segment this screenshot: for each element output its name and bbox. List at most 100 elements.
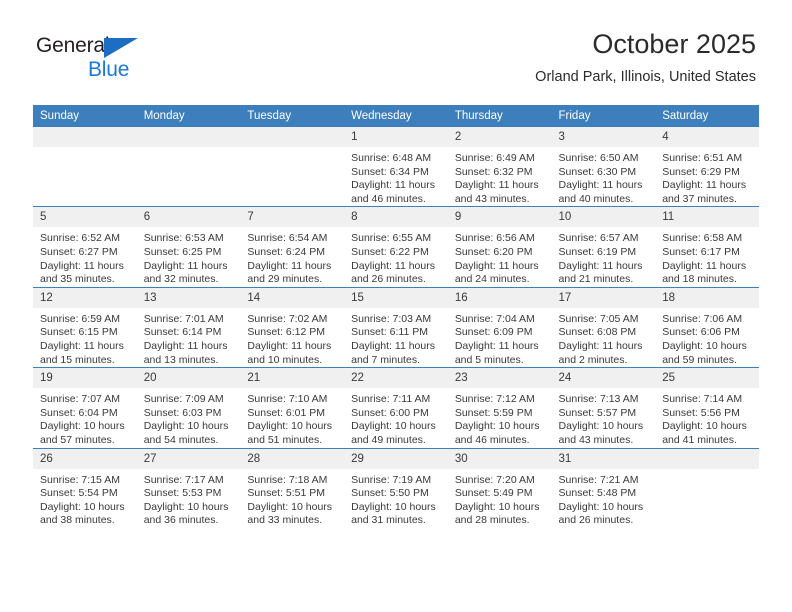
day-details: Sunrise: 6:50 AM Sunset: 6:30 PM Daylight:… (552, 147, 656, 206)
daylight-text: Daylight: 10 hours and 46 minutes. (454, 420, 540, 446)
day-details: Sunrise: 6:56 AM Sunset: 6:20 PM Daylight:… (448, 227, 552, 286)
calendar-day-cell[interactable]: 7 Sunrise: 6:54 AM Sunset: 6:24 PM Daylight… (240, 206, 345, 288)
sunset-text: Sunset: 5:53 PM (143, 487, 222, 500)
sunrise-text: Sunrise: 6:53 AM (143, 232, 224, 245)
calendar-day-cell[interactable]: 5 Sunrise: 6:52 AM Sunset: 6:27 PM Daylight… (33, 206, 137, 288)
sunrise-text: Sunrise: 6:50 AM (558, 152, 639, 164)
calendar-day-cell[interactable]: 31 Sunrise: 7:21 AM Sunset: 5:48 PM Dayligh… (551, 447, 656, 528)
day-details: Sunrise: 7:07 AM Sunset: 6:04 PM Daylight:… (33, 388, 137, 447)
calendar-day-cell[interactable]: 24 Sunrise: 7:13 AM Sunset: 5:57 PM Dayligh… (551, 367, 656, 448)
calendar-day-cell[interactable]: 18 Sunrise: 7:06 AM Sunset: 6:06 PM Dayligh… (655, 286, 759, 368)
sunset-text: Sunset: 6:15 PM (40, 326, 118, 339)
daylight-text: Daylight: 11 hours and 46 minutes. (351, 179, 435, 205)
sunrise-text: Sunrise: 6:56 AM (454, 232, 535, 245)
daylight-text: Daylight: 11 hours and 7 minutes. (351, 339, 435, 366)
day-details: Sunrise: 7:04 AM Sunset: 6:09 PM Daylight:… (448, 308, 552, 367)
day-number: 17 (551, 287, 656, 308)
weekday-header-wednesday: Wednesday (344, 105, 448, 127)
calendar-day-cell[interactable]: 22 Sunrise: 7:11 AM Sunset: 6:00 PM Dayligh… (344, 367, 448, 448)
day-number: 15 (344, 287, 448, 308)
sunrise-text: Sunrise: 7:03 AM (351, 312, 432, 325)
calendar-day-cell[interactable]: 28 Sunrise: 7:18 AM Sunset: 5:51 PM Dayligh… (240, 447, 345, 528)
day-details: Sunrise: 6:58 AM Sunset: 6:17 PM Daylight:… (655, 227, 759, 286)
calendar-page: General Blue October 2025 Orland Park, I… (0, 0, 792, 612)
day-number: 22 (344, 368, 448, 389)
sunset-text: Sunset: 6:32 PM (454, 165, 533, 178)
sunset-text: Sunset: 6:01 PM (247, 406, 326, 419)
sunset-text: Sunset: 6:22 PM (351, 245, 429, 258)
day-details: Sunrise: 6:57 AM Sunset: 6:19 PM Daylight:… (552, 227, 656, 286)
calendar-day-cell[interactable]: 15 Sunrise: 7:03 AM Sunset: 6:11 PM Dayligh… (344, 286, 448, 368)
sunrise-text: Sunrise: 7:10 AM (247, 393, 328, 406)
sunset-text: Sunset: 6:11 PM (351, 326, 428, 339)
calendar-day-cell[interactable]: 30 Sunrise: 7:20 AM Sunset: 5:49 PM Dayligh… (447, 447, 552, 528)
daylight-text: Daylight: 11 hours and 18 minutes. (662, 259, 747, 286)
calendar-day-cell[interactable]: 25 Sunrise: 7:14 AM Sunset: 5:56 PM Dayligh… (655, 367, 759, 448)
calendar-day-cell[interactable]: 8 Sunrise: 6:55 AM Sunset: 6:22 PM Daylight… (344, 206, 448, 288)
sunset-text: Sunset: 5:54 PM (40, 487, 118, 500)
sunset-text: Sunset: 5:48 PM (558, 487, 637, 500)
sunset-text: Sunset: 6:30 PM (558, 165, 637, 178)
day-number: 19 (33, 368, 137, 389)
calendar-day-cell[interactable]: 11 Sunrise: 6:58 AM Sunset: 6:17 PM Dayligh… (655, 206, 759, 288)
calendar-day-cell[interactable]: 1 Sunrise: 6:48 AM Sunset: 6:34 PM Daylight… (344, 125, 448, 207)
daylight-text: Daylight: 10 hours and 26 minutes. (558, 500, 644, 527)
sunset-text: Sunset: 5:59 PM (454, 406, 533, 419)
day-number: 20 (136, 368, 241, 389)
calendar-day-cell[interactable]: 6 Sunrise: 6:53 AM Sunset: 6:25 PM Daylight… (136, 206, 241, 288)
daylight-text: Daylight: 11 hours and 10 minutes. (247, 339, 332, 366)
day-number: 30 (447, 448, 552, 469)
sunset-text: Sunset: 6:12 PM (247, 326, 326, 339)
sunrise-text: Sunrise: 7:13 AM (558, 393, 639, 406)
day-number: 2 (447, 127, 552, 147)
sunrise-text: Sunrise: 7:06 AM (662, 312, 743, 325)
calendar-day-cell[interactable]: 14 Sunrise: 7:02 AM Sunset: 6:12 PM Dayligh… (240, 286, 345, 368)
calendar-day-cell[interactable]: 2 Sunrise: 6:49 AM Sunset: 6:32 PM Daylight… (447, 125, 552, 207)
day-details: Sunrise: 7:05 AM Sunset: 6:08 PM Daylight:… (552, 308, 656, 367)
calendar-day-cell[interactable]: 9 Sunrise: 6:56 AM Sunset: 6:20 PM Daylight… (447, 206, 552, 288)
sunset-text: Sunset: 6:09 PM (454, 326, 533, 339)
sunset-text: Sunset: 5:57 PM (558, 406, 637, 419)
sunrise-text: Sunrise: 7:18 AM (247, 473, 328, 486)
sunset-text: Sunset: 6:34 PM (351, 165, 429, 178)
calendar-body: 1 Sunrise: 6:48 AM Sunset: 6:34 PM Daylight… (33, 125, 759, 528)
sunset-text: Sunset: 6:14 PM (143, 326, 222, 339)
sunset-text: Sunset: 5:51 PM (247, 487, 326, 500)
weekday-header-saturday: Saturday (655, 105, 759, 127)
daylight-text: Daylight: 11 hours and 26 minutes. (351, 259, 435, 286)
page-subtitle: Orland Park, Illinois, United States (535, 69, 756, 85)
calendar-day-cell[interactable]: 16 Sunrise: 7:04 AM Sunset: 6:09 PM Dayligh… (447, 286, 552, 368)
calendar-day-cell[interactable]: 17 Sunrise: 7:05 AM Sunset: 6:08 PM Dayligh… (551, 286, 656, 368)
logo-text-general: General (36, 34, 110, 57)
calendar-day-cell[interactable]: 26 Sunrise: 7:15 AM Sunset: 5:54 PM Dayligh… (33, 447, 137, 528)
calendar-day-cell[interactable]: 20 Sunrise: 7:09 AM Sunset: 6:03 PM Dayligh… (136, 367, 241, 448)
calendar-day-cell[interactable]: 12 Sunrise: 6:59 AM Sunset: 6:15 PM Dayligh… (33, 286, 137, 368)
day-number: 29 (344, 448, 448, 469)
sunrise-text: Sunrise: 7:19 AM (351, 473, 432, 486)
daylight-text: Daylight: 10 hours and 33 minutes. (247, 500, 333, 527)
day-details: Sunrise: 6:55 AM Sunset: 6:22 PM Daylight:… (344, 227, 448, 286)
calendar-day-cell[interactable]: 21 Sunrise: 7:10 AM Sunset: 6:01 PM Dayligh… (240, 367, 345, 448)
calendar-day-cell[interactable]: 23 Sunrise: 7:12 AM Sunset: 5:59 PM Dayligh… (447, 367, 552, 448)
calendar-day-cell[interactable]: 3 Sunrise: 6:50 AM Sunset: 6:30 PM Daylight… (551, 125, 656, 207)
weekday-header-sunday: Sunday (33, 105, 137, 127)
sunrise-text: Sunrise: 7:09 AM (143, 393, 224, 406)
calendar-day-cell[interactable]: 19 Sunrise: 7:07 AM Sunset: 6:04 PM Dayligh… (33, 367, 137, 448)
day-number: 7 (240, 207, 345, 228)
sunset-text: Sunset: 6:24 PM (247, 245, 326, 258)
sunset-text: Sunset: 6:17 PM (662, 245, 740, 258)
day-details: Sunrise: 6:54 AM Sunset: 6:24 PM Daylight:… (240, 227, 344, 286)
day-number: 5 (33, 207, 137, 228)
calendar-day-cell[interactable]: 13 Sunrise: 7:01 AM Sunset: 6:14 PM Dayligh… (136, 286, 241, 368)
calendar-day-cell[interactable]: 29 Sunrise: 7:19 AM Sunset: 5:50 PM Dayligh… (344, 447, 448, 528)
day-number: 3 (551, 127, 656, 147)
day-details: Sunrise: 6:52 AM Sunset: 6:27 PM Daylight:… (33, 227, 137, 286)
daylight-text: Daylight: 11 hours and 35 minutes. (40, 259, 124, 286)
sunset-text: Sunset: 6:19 PM (558, 245, 637, 258)
calendar-day-cell[interactable]: 10 Sunrise: 6:57 AM Sunset: 6:19 PM Dayligh… (551, 206, 656, 288)
day-number: 24 (551, 368, 656, 389)
calendar-day-cell[interactable]: 4 Sunrise: 6:51 AM Sunset: 6:29 PM Daylight… (655, 125, 759, 207)
daylight-text: Daylight: 10 hours and 38 minutes. (40, 500, 125, 527)
calendar-day-cell[interactable]: 27 Sunrise: 7:17 AM Sunset: 5:53 PM Dayligh… (136, 447, 241, 528)
sunset-text: Sunset: 6:06 PM (662, 326, 740, 339)
